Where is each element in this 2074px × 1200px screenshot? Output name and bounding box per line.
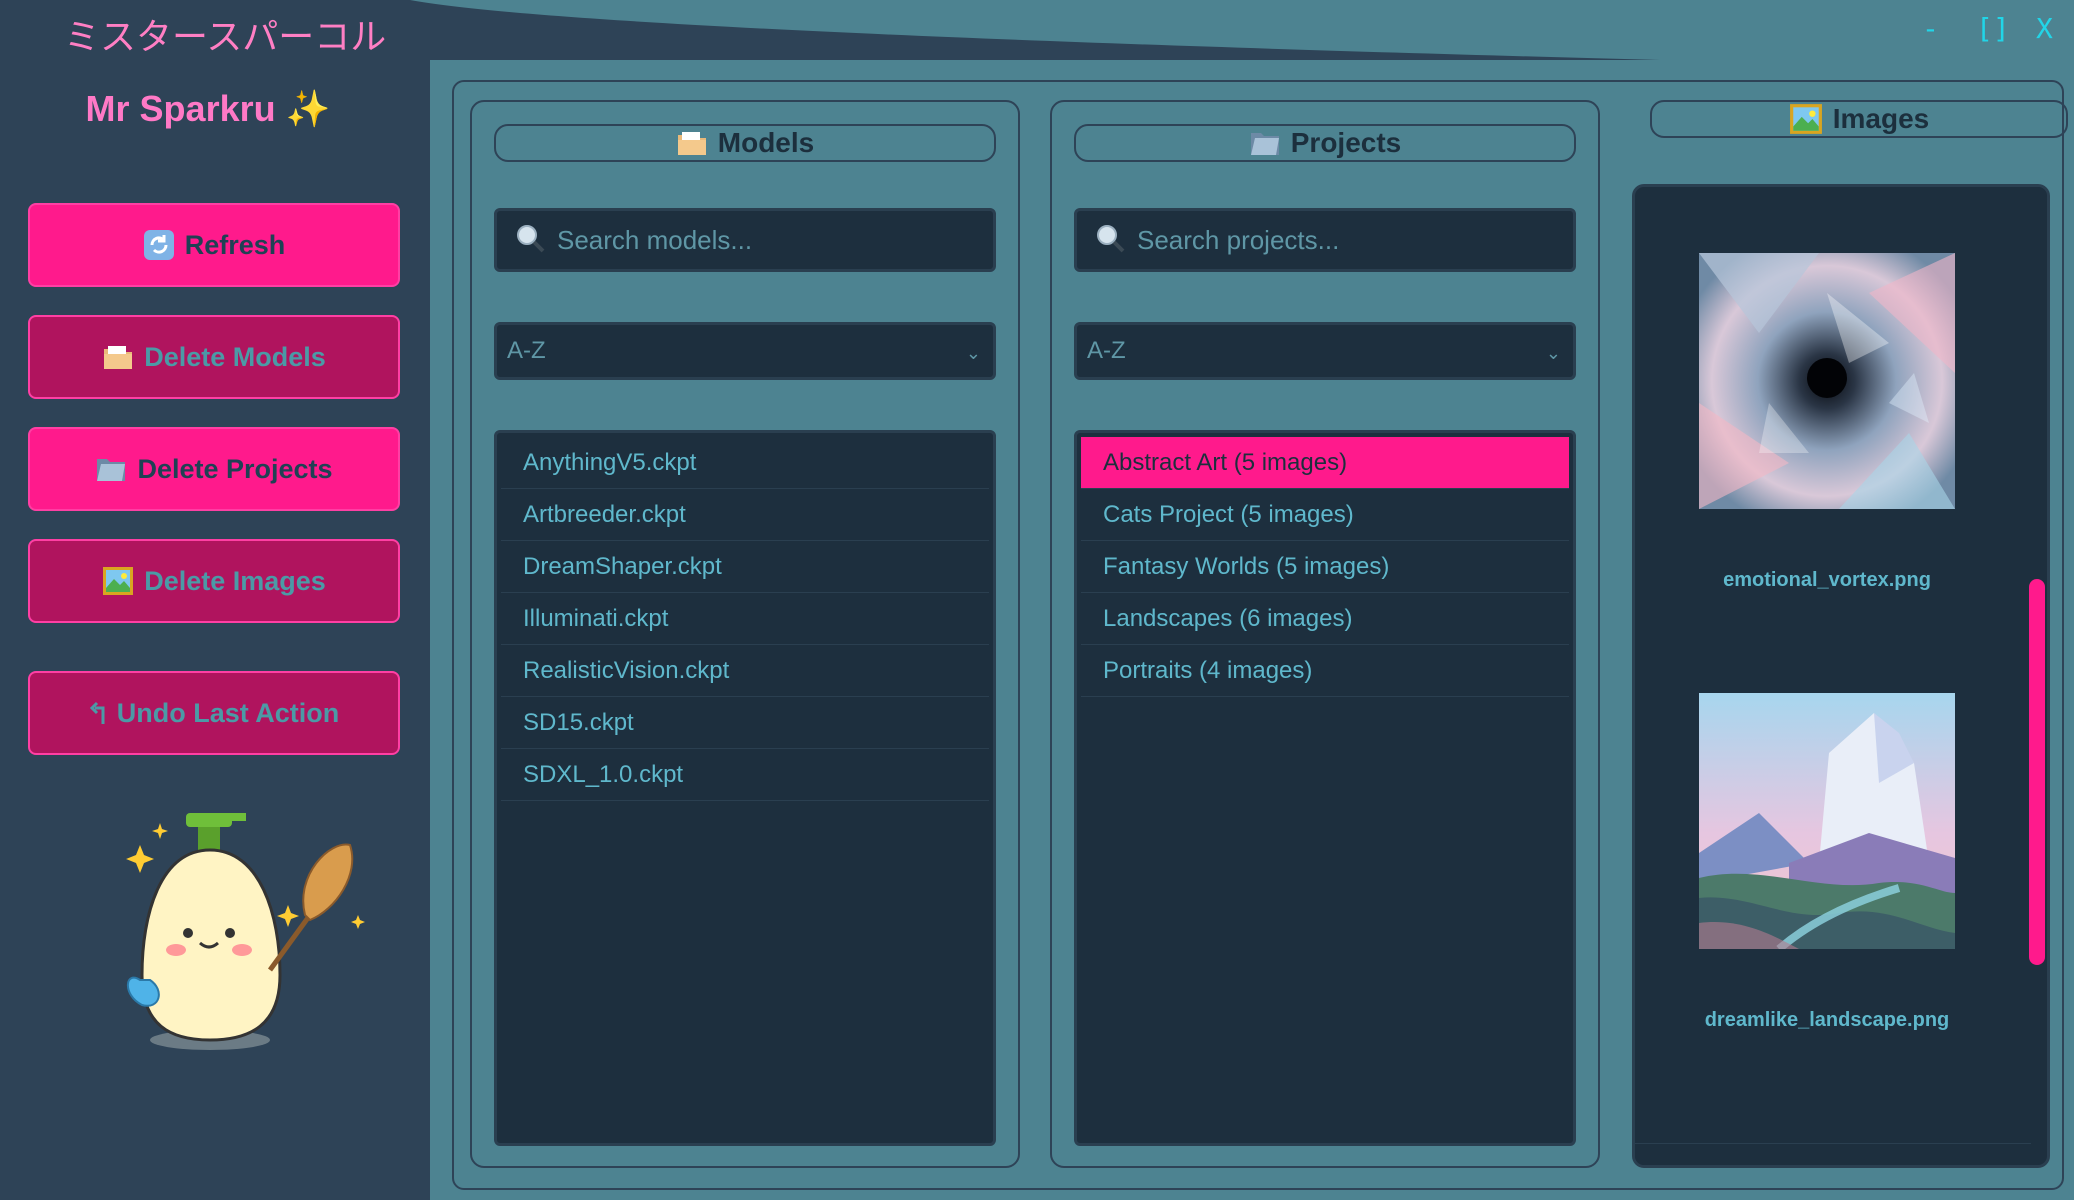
image-card[interactable]: emotional_vortex.png xyxy=(1699,253,1955,592)
delete-projects-button[interactable]: Delete Projects xyxy=(28,427,400,511)
model-item[interactable]: Artbreeder.ckpt xyxy=(501,489,989,541)
projects-search-input[interactable] xyxy=(1137,224,1517,256)
undo-icon xyxy=(89,700,107,726)
refresh-button[interactable]: Refresh xyxy=(28,203,400,287)
image-card[interactable]: dreamlike_landscape.png xyxy=(1699,693,1955,1032)
refresh-label: Refresh xyxy=(184,229,286,260)
window-title: ミスタースパーコル xyxy=(64,17,387,58)
models-sort-value: A-Z xyxy=(507,337,546,364)
model-item[interactable]: RealisticVision.ckpt xyxy=(501,645,989,697)
model-item[interactable]: Illuminati.ckpt xyxy=(501,593,989,645)
models-panel: Models A-Z ⌄ AnythingV5.ckpt Artbreeder.… xyxy=(470,100,1020,1168)
folder-icon xyxy=(1249,129,1281,157)
undo-last-action-label: Undo Last Action xyxy=(116,697,340,728)
picture-icon xyxy=(1789,103,1823,135)
image-thumbnail xyxy=(1699,693,1955,953)
delete-images-label: Delete Images xyxy=(144,565,326,596)
models-search-input[interactable] xyxy=(557,224,937,256)
images-title: Images xyxy=(1832,103,1930,134)
refresh-icon xyxy=(143,229,175,261)
search-icon xyxy=(1095,223,1125,257)
chevron-down-icon: ⌄ xyxy=(1545,343,1561,363)
models-title: Models xyxy=(717,127,815,158)
search-icon xyxy=(515,223,545,257)
folder-icon xyxy=(95,455,127,483)
model-item[interactable]: DreamShaper.ckpt xyxy=(501,541,989,593)
project-item[interactable]: Cats Project (5 images) xyxy=(1081,489,1569,541)
main-area: Models A-Z ⌄ AnythingV5.ckpt Artbreeder.… xyxy=(430,60,2074,1200)
maximize-button[interactable]: [] xyxy=(1976,12,2010,45)
horizontal-scrollbar[interactable] xyxy=(1635,1143,2031,1165)
projects-search-box[interactable] xyxy=(1074,208,1576,272)
model-item[interactable]: SDXL_1.0.ckpt xyxy=(501,749,989,801)
close-button[interactable]: X xyxy=(2036,12,2053,45)
sidebar: Mr Sparkru ✨ Refresh Delete Models Delet… xyxy=(0,60,430,1200)
project-item[interactable]: Landscapes (6 images) xyxy=(1081,593,1569,645)
project-item[interactable]: Portraits (4 images) xyxy=(1081,645,1569,697)
title-bar: ミスタースパーコル - [] X xyxy=(0,0,2074,60)
projects-panel: Projects A-Z ⌄ Abstract Art (5 images) C… xyxy=(1050,100,1600,1168)
project-item-selected[interactable]: Abstract Art (5 images) xyxy=(1081,437,1569,489)
model-item[interactable]: SD15.ckpt xyxy=(501,697,989,749)
project-item[interactable]: Fantasy Worlds (5 images) xyxy=(1081,541,1569,593)
scrollbar-thumb[interactable] xyxy=(2029,579,2045,965)
projects-title: Projects xyxy=(1290,127,1402,158)
models-list: AnythingV5.ckpt Artbreeder.ckpt DreamSha… xyxy=(494,430,996,1146)
delete-projects-label: Delete Projects xyxy=(137,453,333,484)
projects-list: Abstract Art (5 images) Cats Project (5 … xyxy=(1074,430,1576,1146)
delete-models-label: Delete Models xyxy=(144,341,326,372)
projects-header: Projects xyxy=(1074,124,1576,162)
folder-icon xyxy=(102,343,134,371)
undo-last-action-button[interactable]: Undo Last Action xyxy=(28,671,400,755)
model-item[interactable]: AnythingV5.ckpt xyxy=(501,437,989,489)
vertical-scrollbar[interactable] xyxy=(2025,187,2047,1127)
image-thumbnail xyxy=(1699,253,1955,509)
chevron-down-icon: ⌄ xyxy=(965,343,981,363)
image-filename: dreamlike_landscape.png xyxy=(1704,1009,1950,1031)
models-search-box[interactable] xyxy=(494,208,996,272)
folder-icon xyxy=(676,129,708,157)
delete-models-button[interactable]: Delete Models xyxy=(28,315,400,399)
projects-sort-value: A-Z xyxy=(1087,337,1126,364)
images-gallery: emotional_vortex.png dreamlike_landscape… xyxy=(1632,184,2050,1168)
images-header: Images xyxy=(1650,100,2068,138)
projects-sort-select[interactable]: A-Z ⌄ xyxy=(1074,322,1576,380)
minimize-button[interactable]: - xyxy=(1922,12,1939,45)
cleaning-mascot xyxy=(126,813,365,1050)
picture-icon xyxy=(102,566,134,596)
delete-images-button[interactable]: Delete Images xyxy=(28,539,400,623)
models-sort-select[interactable]: A-Z ⌄ xyxy=(494,322,996,380)
image-filename: emotional_vortex.png xyxy=(1723,569,1931,591)
models-header: Models xyxy=(494,124,996,162)
brand-title: Mr Sparkru ✨ xyxy=(85,88,331,129)
